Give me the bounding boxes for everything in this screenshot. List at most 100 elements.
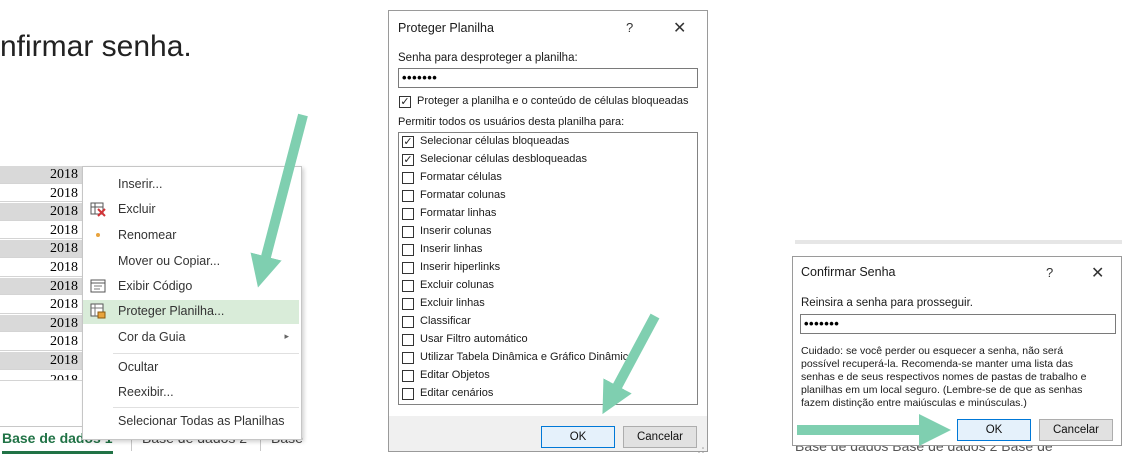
permission-item[interactable]: Excluir colunas (399, 277, 699, 295)
permission-item[interactable]: Inserir colunas (399, 223, 699, 241)
permission-label: Usar Filtro automático (420, 333, 528, 345)
permission-item[interactable]: Editar Objetos (399, 367, 699, 385)
confirm-password-input[interactable]: ••••••• (800, 314, 1116, 334)
dialog-title: Confirmar Senha (801, 265, 896, 279)
menu-item-label: Exibir Código (118, 279, 193, 293)
menu-separator (113, 353, 299, 354)
password-input[interactable]: ••••••• (398, 68, 698, 88)
menu-item-mover-copiar[interactable]: Mover ou Copiar... (83, 250, 299, 274)
permission-label: Utilizar Tabela Dinâmica e Gráfico Dinâm… (420, 351, 635, 363)
permission-label: Selecionar células bloqueadas (420, 135, 570, 147)
menu-item-label: Selecionar Todas as Planilhas (118, 414, 285, 428)
year-cell[interactable]: 2018 (0, 203, 82, 221)
protect-checkbox-label: Proteger a planilha e o conteúdo de célu… (417, 95, 689, 107)
year-cell[interactable]: 2018 (0, 352, 82, 370)
year-cell[interactable]: 2018 (0, 185, 82, 203)
permission-item[interactable]: ✓ Selecionar células bloqueadas (399, 133, 699, 151)
permission-checkbox[interactable] (402, 262, 414, 274)
cancel-button[interactable]: Cancelar (623, 426, 697, 448)
menu-item-reexibir[interactable]: Reexibir... (83, 381, 299, 405)
permission-item[interactable]: Utilizar Tabela Dinâmica e Gráfico Dinâm… (399, 349, 699, 367)
permission-label: Classificar (420, 315, 471, 327)
year-cell[interactable]: 2018 (0, 333, 82, 351)
delete-sheet-icon (90, 201, 106, 217)
year-cell[interactable]: 2018 (0, 240, 82, 258)
year-cell[interactable]: 2018 (0, 314, 82, 333)
menu-separator (113, 407, 299, 408)
close-button[interactable]: ✕ (1091, 263, 1104, 283)
menu-item-label: Mover ou Copiar... (118, 254, 221, 268)
bullet-icon (90, 227, 106, 243)
year-cell[interactable]: 2018 (0, 296, 82, 314)
year-cell[interactable]: 2018 (0, 166, 82, 184)
menu-item-label: Renomear (118, 228, 177, 242)
menu-item-selecionar-todas[interactable]: Selecionar Todas as Planilhas (83, 410, 299, 434)
password-label: Senha para desproteger a planilha: (398, 52, 578, 64)
menu-item-label: Excluir (118, 202, 156, 216)
permission-checkbox[interactable]: ✓ (402, 154, 414, 166)
permission-checkbox[interactable] (402, 244, 414, 256)
permission-label: Excluir linhas (420, 297, 485, 309)
menu-item-label: Proteger Planilha... (118, 304, 225, 318)
resize-grip-icon[interactable] (697, 441, 705, 453)
chevron-right-icon: ▸ (284, 331, 289, 341)
permission-item[interactable]: ✓ Selecionar células desbloqueadas (399, 151, 699, 169)
permission-checkbox[interactable] (402, 280, 414, 292)
reenter-label: Reinsira a senha para prosseguir. (801, 297, 973, 309)
menu-item-ocultar[interactable]: Ocultar (83, 356, 299, 380)
menu-item-excluir[interactable]: Excluir (83, 198, 299, 222)
permission-checkbox[interactable] (402, 298, 414, 310)
menu-item-proteger-planilha[interactable]: Proteger Planilha... (83, 300, 299, 324)
menu-item-inserir[interactable]: Inserir... (83, 173, 299, 197)
ok-button[interactable]: OK (541, 426, 615, 448)
permission-item[interactable]: Editar cenários (399, 385, 699, 403)
warning-line: possível recuperá-la. Recomenda-se mante… (801, 358, 1073, 370)
cancel-button[interactable]: Cancelar (1039, 419, 1113, 441)
warning-line: Cuidado: se você perder ou esquecer a se… (801, 345, 1064, 357)
background-strip (795, 240, 1122, 244)
year-cell[interactable]: 2018 (0, 222, 82, 240)
help-button[interactable]: ? (1046, 265, 1053, 280)
permission-checkbox[interactable]: ✓ (402, 136, 414, 148)
permission-label: Formatar colunas (420, 189, 506, 201)
permission-label: Excluir colunas (420, 279, 494, 291)
permission-item[interactable]: Formatar células (399, 169, 699, 187)
permission-checkbox[interactable] (402, 352, 414, 364)
menu-item-label: Ocultar (118, 360, 159, 374)
permission-label: Selecionar células desbloqueadas (420, 153, 587, 165)
year-cell[interactable]: 2018 (0, 371, 82, 381)
permission-item[interactable]: Formatar linhas (399, 205, 699, 223)
help-button[interactable]: ? (626, 20, 633, 35)
permission-checkbox[interactable] (402, 172, 414, 184)
permission-label: Editar cenários (420, 387, 494, 399)
protect-checkbox[interactable]: ✓ (399, 96, 411, 108)
warning-line: senhas e de seus respectivos nomes de pa… (801, 371, 1087, 383)
permissions-label: Permitir todos os usuários desta planilh… (398, 116, 625, 128)
menu-item-cor-da-guia[interactable]: Cor da Guia ▸ (83, 326, 299, 350)
menu-item-exibir-codigo[interactable]: Exibir Código (83, 275, 299, 299)
permission-item[interactable]: Inserir linhas (399, 241, 699, 259)
sheet-context-menu: Inserir... Excluir Renomear Mover ou Cop… (82, 166, 302, 440)
protect-sheet-icon (90, 303, 106, 319)
close-button[interactable]: ✕ (673, 18, 686, 38)
warning-line: planilhas em um local seguro. (Lembre-se… (801, 384, 1083, 396)
permission-item[interactable]: Excluir linhas (399, 295, 699, 313)
permission-item[interactable]: Inserir hiperlinks (399, 259, 699, 277)
permission-checkbox[interactable] (402, 370, 414, 382)
permission-checkbox[interactable] (402, 208, 414, 220)
permission-label: Inserir linhas (420, 243, 483, 255)
permission-item[interactable]: Usar Filtro automático (399, 331, 699, 349)
permission-checkbox[interactable] (402, 190, 414, 202)
menu-item-renomear[interactable]: Renomear (83, 224, 299, 248)
year-cell[interactable]: 2018 (0, 259, 82, 277)
permission-checkbox[interactable] (402, 334, 414, 346)
permission-label: Formatar linhas (420, 207, 497, 219)
permission-checkbox[interactable] (402, 226, 414, 238)
permission-checkbox[interactable] (402, 388, 414, 400)
permission-checkbox[interactable] (402, 316, 414, 328)
permission-item[interactable]: Classificar (399, 313, 699, 331)
permission-item[interactable]: Formatar colunas (399, 187, 699, 205)
year-cell[interactable]: 2018 (0, 277, 82, 296)
ok-button[interactable]: OK (957, 419, 1031, 441)
view-code-icon (90, 278, 106, 294)
